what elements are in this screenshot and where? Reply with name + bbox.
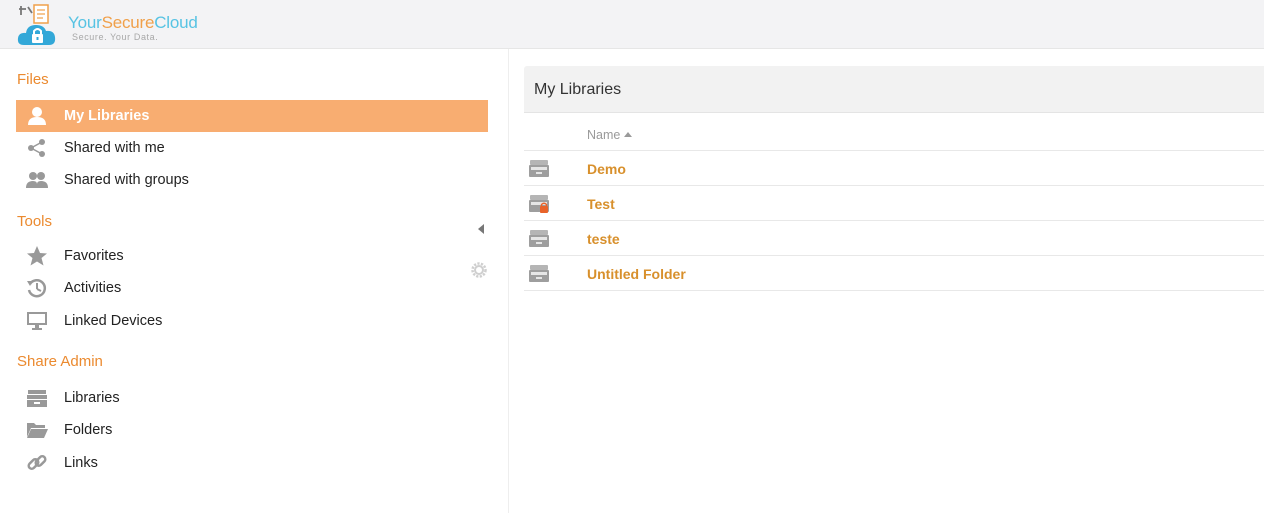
- nav-admin-folders[interactable]: Folders: [16, 414, 488, 446]
- library-icon: [529, 265, 549, 282]
- encrypted-library-icon: [529, 195, 549, 213]
- brand-name-part3: Cloud: [154, 13, 198, 32]
- share-icon: [28, 139, 45, 157]
- link-icon: [27, 454, 47, 471]
- nav-favorites[interactable]: Favorites: [16, 240, 488, 272]
- nav-my-libraries[interactable]: My Libraries: [16, 100, 488, 132]
- brand-name: YourSecureCloud: [68, 13, 198, 33]
- nav-admin-links[interactable]: Links: [16, 447, 488, 479]
- sort-ascending-icon: [624, 132, 633, 137]
- library-icon: [529, 230, 549, 247]
- tools-section-title: Tools: [17, 213, 53, 230]
- library-name-link[interactable]: Untitled Folder: [587, 266, 686, 282]
- cloud-lock-icon: [17, 4, 56, 45]
- group-icon: [26, 172, 48, 188]
- history-icon: [27, 279, 47, 298]
- nav-activities[interactable]: Activities: [16, 272, 488, 304]
- nav-label: Activities: [64, 280, 122, 296]
- library-name-link[interactable]: Test: [587, 196, 615, 212]
- nav-shared-with-me[interactable]: Shared with me: [16, 132, 488, 164]
- nav-linked-devices[interactable]: Linked Devices: [16, 305, 488, 337]
- share-admin-section-title: Share Admin: [17, 353, 103, 370]
- nav-label: Libraries: [64, 390, 120, 406]
- table-row[interactable]: Untitled Folder: [524, 256, 1264, 291]
- folder-icon: [27, 423, 48, 438]
- page-title: My Libraries: [534, 81, 622, 98]
- brand-name-part1: Your: [68, 13, 102, 32]
- library-icon: [529, 160, 549, 177]
- nav-admin-libraries[interactable]: Libraries: [16, 382, 488, 414]
- panel-header: My Libraries: [524, 66, 1264, 113]
- files-section-title: Files: [17, 71, 49, 88]
- library-icon: [27, 390, 47, 407]
- table-row[interactable]: teste: [524, 221, 1264, 256]
- library-name-link[interactable]: teste: [587, 231, 620, 247]
- library-name-link[interactable]: Demo: [587, 161, 626, 177]
- brand-name-part2: Secure: [101, 13, 155, 32]
- sidebar: Files My Libraries Shared with me Shared…: [0, 49, 509, 513]
- nav-label: Links: [64, 455, 98, 471]
- nav-label: Linked Devices: [64, 313, 163, 329]
- nav-label: Shared with groups: [64, 172, 189, 188]
- user-icon: [28, 107, 46, 125]
- caret-left-icon[interactable]: [478, 224, 484, 234]
- top-bar: YourSecureCloud Secure. Your Data.: [0, 0, 1264, 49]
- star-icon: [27, 246, 47, 266]
- table-row[interactable]: Demo: [524, 151, 1264, 186]
- table-row[interactable]: Test: [524, 186, 1264, 221]
- nav-label: Folders: [64, 422, 113, 438]
- column-header-label: Name: [587, 128, 621, 142]
- nav-shared-with-groups[interactable]: Shared with groups: [16, 164, 488, 196]
- column-header-name[interactable]: Name: [587, 128, 633, 142]
- monitor-icon: [27, 312, 47, 330]
- nav-label: Favorites: [64, 248, 124, 264]
- nav-label: Shared with me: [64, 140, 165, 156]
- nav-label: My Libraries: [64, 108, 150, 124]
- brand-tagline: Secure. Your Data.: [72, 32, 159, 42]
